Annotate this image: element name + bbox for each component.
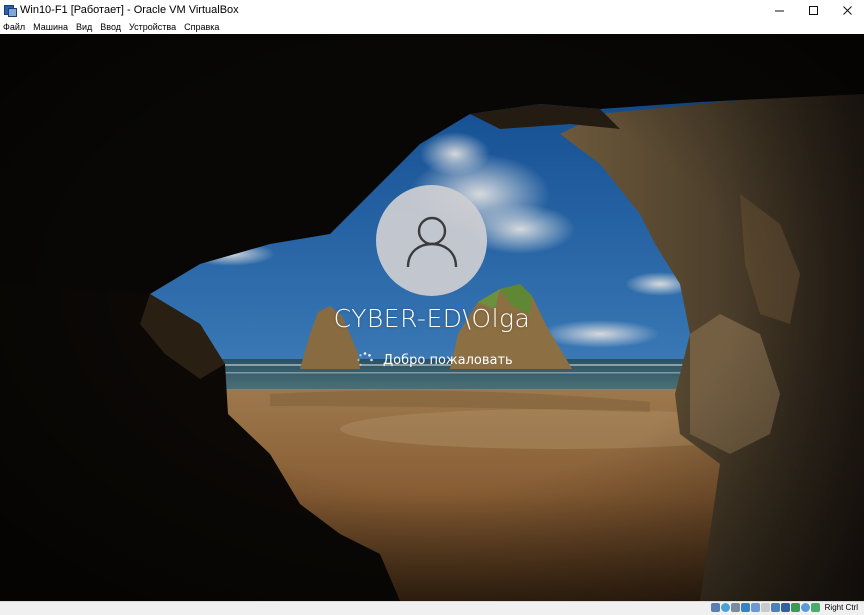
hard-disk-icon[interactable]: [711, 603, 720, 612]
virtualization-icon[interactable]: [791, 603, 800, 612]
maximize-button[interactable]: [796, 0, 830, 20]
audio-icon[interactable]: [731, 603, 740, 612]
menu-bar: Файл Машина Вид Ввод Устройства Справка: [0, 20, 864, 34]
device-icons: [711, 603, 820, 612]
menu-file[interactable]: Файл: [0, 22, 29, 32]
usb-icon[interactable]: [751, 603, 760, 612]
optical-drive-icon[interactable]: [721, 603, 730, 612]
vm-display[interactable]: CYBER-ED\Olga Добро пожаловать: [0, 34, 864, 601]
mouse-integration-icon[interactable]: [801, 603, 810, 612]
menu-view[interactable]: Вид: [72, 22, 96, 32]
menu-help[interactable]: Справка: [180, 22, 223, 32]
spinner-icon: [357, 352, 373, 366]
network-icon[interactable]: [741, 603, 750, 612]
window-controls: [762, 0, 864, 20]
display-icon[interactable]: [771, 603, 780, 612]
window-title: Win10-F1 [Работает] - Oracle VM VirtualB…: [20, 4, 239, 16]
minimize-button[interactable]: [762, 0, 796, 20]
account-username: CYBER-ED\Olga: [333, 304, 531, 333]
close-icon: [842, 5, 852, 15]
user-avatar: [376, 185, 487, 296]
menu-machine[interactable]: Машина: [29, 22, 72, 32]
status-bar: Right Ctrl: [0, 601, 864, 615]
keyboard-icon[interactable]: [811, 603, 820, 612]
sign-in-overlay: CYBER-ED\Olga Добро пожаловать: [0, 34, 864, 601]
virtualbox-icon: [4, 4, 17, 17]
host-key-label: Right Ctrl: [824, 603, 858, 612]
welcome-status: Добро пожаловать: [356, 350, 513, 370]
maximize-icon: [808, 5, 818, 15]
close-button[interactable]: [830, 0, 864, 20]
menu-input[interactable]: Ввод: [96, 22, 125, 32]
minimize-icon: [774, 10, 784, 11]
menu-devices[interactable]: Устройства: [125, 22, 180, 32]
title-bar[interactable]: Win10-F1 [Работает] - Oracle VM VirtualB…: [0, 0, 864, 20]
welcome-text: Добро пожаловать: [383, 352, 513, 368]
shared-folders-icon[interactable]: [761, 603, 770, 612]
video-capture-icon[interactable]: [781, 603, 790, 612]
user-icon: [406, 216, 457, 267]
